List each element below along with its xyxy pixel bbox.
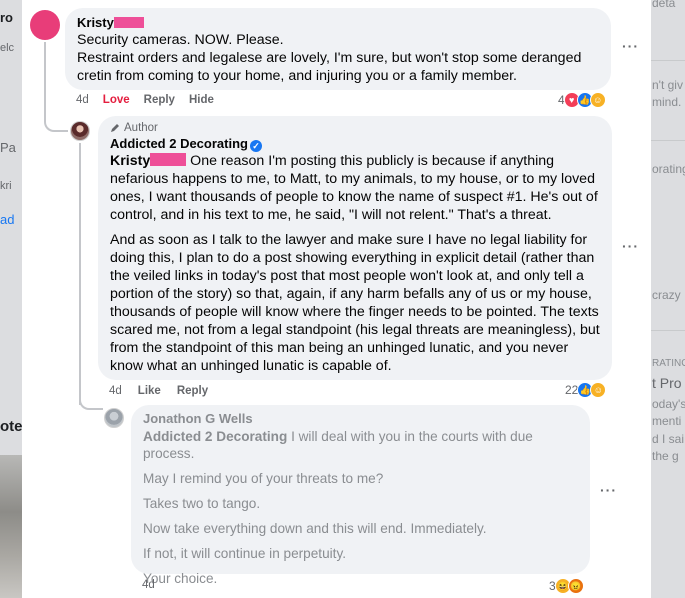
- background-left-feed: ro elc Pa kri ad ote: [0, 0, 22, 598]
- comment-text: Now take everything down and this will e…: [143, 521, 487, 536]
- comment-text: May I remind you of your threats to me?: [143, 471, 384, 486]
- reaction-summary[interactable]: 4 ♥ 👍 ☺: [558, 92, 606, 108]
- bg-text: deta: [652, 0, 676, 10]
- more-options-icon[interactable]: ···: [622, 38, 639, 54]
- bg-text: d I sai: [652, 432, 685, 446]
- bg-text: ote: [0, 418, 22, 435]
- comment-text: Restraint orders and legalese are lovely…: [77, 50, 582, 84]
- like-button[interactable]: Like: [138, 385, 161, 397]
- time-link[interactable]: 4d: [142, 579, 155, 591]
- background-photo: [0, 455, 22, 598]
- comment-text: And as soon as I talk to the lawyer and …: [110, 232, 600, 374]
- bg-text: ad: [0, 212, 15, 227]
- comment-bubble: Kristy Security cameras. NOW. Please. Re…: [65, 8, 611, 90]
- thread-curve: [44, 120, 68, 132]
- comment-actions: 4d Like Reply: [109, 385, 208, 397]
- care-icon: ☺: [590, 382, 607, 398]
- comments-panel: Kristy Security cameras. NOW. Please. Re…: [22, 0, 651, 598]
- background-right-feed: deta n't giv mind. orating crazy RATING …: [651, 0, 685, 598]
- bg-text: menti: [652, 414, 682, 428]
- comment-text: Your choice.: [143, 571, 218, 586]
- bg-text: mind.: [652, 95, 682, 109]
- divider: [651, 330, 685, 331]
- comment-text: Addicted 2 Decorating I will deal with y…: [143, 428, 578, 462]
- thread-line: [44, 42, 46, 120]
- love-button[interactable]: Love: [103, 94, 130, 106]
- author-name[interactable]: Addicted 2 Decorating: [110, 136, 248, 151]
- redaction-bar: [150, 153, 187, 166]
- divider: [651, 140, 685, 141]
- author-label: Author: [124, 122, 158, 134]
- reply-button[interactable]: Reply: [144, 94, 175, 106]
- thread-line: [79, 143, 81, 405]
- bg-text: the g: [652, 449, 679, 463]
- bg-text: Pa: [0, 140, 16, 155]
- care-icon: ☺: [589, 92, 606, 108]
- comment-text: Security cameras. NOW. Please.: [77, 32, 284, 48]
- divider: [651, 60, 685, 61]
- more-options-icon[interactable]: ···: [622, 238, 639, 254]
- avatar[interactable]: [104, 408, 124, 428]
- author-badge: Author: [110, 121, 600, 135]
- time-link[interactable]: 4d: [109, 385, 122, 397]
- bg-text: RATING: [652, 358, 685, 369]
- bg-text: t Pro: [652, 375, 682, 391]
- reaction-summary[interactable]: 3 😆 😠: [549, 578, 584, 594]
- avatar[interactable]: [30, 10, 60, 40]
- avatar[interactable]: [70, 121, 90, 141]
- reaction-summary[interactable]: 22 👍 ☺: [565, 382, 607, 398]
- angry-icon: 😠: [567, 578, 584, 594]
- comment-actions: 4d Love Reply Hide: [76, 94, 214, 106]
- hide-button[interactable]: Hide: [189, 94, 214, 106]
- time-link[interactable]: 4d: [76, 94, 89, 106]
- mention-name: Kristy: [110, 153, 151, 169]
- bg-text: n't giv: [652, 78, 683, 92]
- comment-bubble: Jonathon G Wells Addicted 2 Decorating I…: [131, 405, 590, 586]
- comment-author[interactable]: Addicted 2 Decorating ✓: [110, 135, 600, 152]
- mention-link[interactable]: Addicted 2 Decorating: [143, 429, 287, 444]
- comment-actions: 4d: [142, 579, 155, 591]
- more-options-icon[interactable]: ···: [600, 482, 617, 498]
- pen-icon: [111, 124, 119, 132]
- mention-link[interactable]: Kristy: [110, 153, 187, 169]
- comment-author[interactable]: Jonathon G Wells: [143, 410, 578, 427]
- bg-text: elc: [0, 42, 15, 54]
- comment-text: Kristy One reason I'm posting this publi…: [110, 152, 600, 224]
- comment-text: If not, it will continue in perpetuity.: [143, 546, 347, 561]
- comment-bubble: Author Addicted 2 Decorating ✓ Kristy One…: [98, 116, 612, 380]
- comment-author[interactable]: Kristy: [77, 14, 599, 31]
- comment-text: Takes two to tango.: [143, 496, 261, 511]
- redaction-bar: [113, 17, 144, 28]
- bg-text: ro: [0, 10, 13, 25]
- bg-text: orating: [652, 162, 685, 176]
- reply-button[interactable]: Reply: [177, 385, 208, 397]
- verified-icon: ✓: [249, 140, 262, 152]
- reaction-count: 22: [565, 383, 579, 397]
- bg-text: crazy: [652, 288, 681, 302]
- author-name[interactable]: Kristy: [77, 15, 114, 30]
- bg-text: oday's: [652, 397, 685, 411]
- bg-text: kri: [0, 180, 12, 192]
- thread-curve: [79, 398, 103, 410]
